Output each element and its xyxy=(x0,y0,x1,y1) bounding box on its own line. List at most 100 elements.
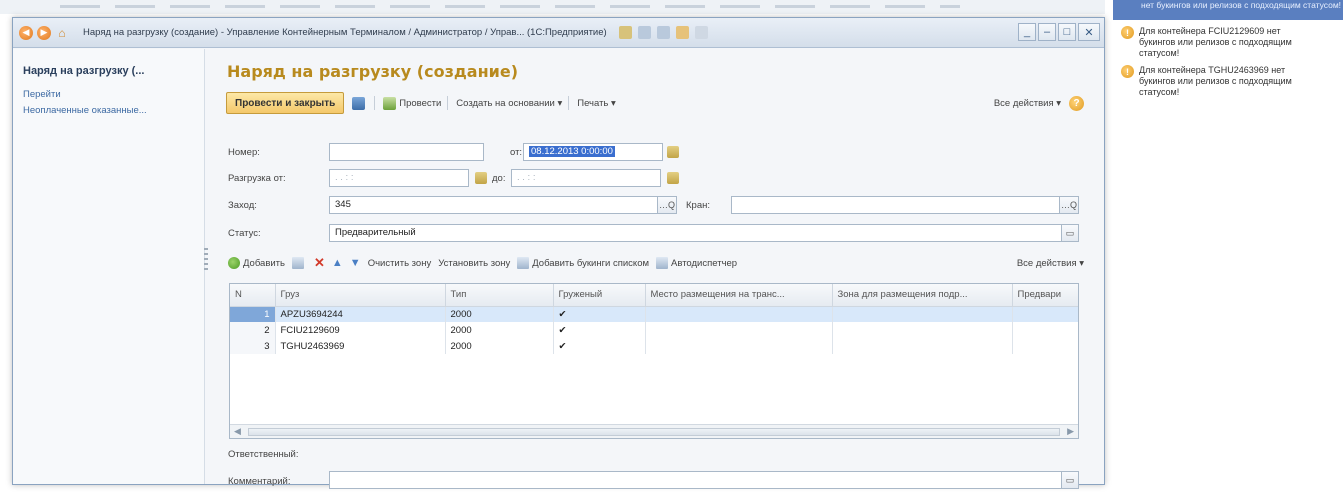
all-actions-button[interactable]: Все действия ▾ xyxy=(994,98,1061,109)
type-cell[interactable]: 2000 xyxy=(445,338,554,354)
add-row-button[interactable]: Добавить xyxy=(228,257,285,269)
calendar-icon[interactable] xyxy=(667,172,679,184)
cargo-table[interactable]: N Груз Тип Груженый Место размещения на … xyxy=(229,283,1079,439)
calc-icon[interactable] xyxy=(656,26,670,39)
cargo-cell[interactable]: APZU3694244 xyxy=(275,306,446,322)
create-based-button[interactable]: Создать на основании ▾ xyxy=(456,98,562,109)
cargo-cell[interactable]: FCIU2129609 xyxy=(275,322,446,338)
nav-title[interactable]: Наряд на разгрузку (... xyxy=(23,65,194,77)
close-icon[interactable]: ✕ xyxy=(1078,23,1100,41)
place-cell[interactable] xyxy=(645,322,833,338)
nav-link-unpaid-services[interactable]: Неоплаченные оказанные... xyxy=(23,105,194,116)
post-label: Провести xyxy=(399,97,442,109)
minimize-icon[interactable]: _ xyxy=(1018,23,1036,41)
toolbar-separator xyxy=(447,96,449,110)
unload-from-label: Разгрузка от: xyxy=(228,173,286,184)
table-all-actions-button[interactable]: Все действия ▾ xyxy=(1017,258,1084,269)
scroll-thumb[interactable] xyxy=(248,428,1060,436)
call-select-button[interactable]: …Q xyxy=(657,196,677,214)
clear-zone-button[interactable]: Очистить зону xyxy=(368,258,432,269)
call-field[interactable]: 345 xyxy=(329,196,659,214)
warning-icon: ! xyxy=(1121,26,1134,39)
save-icon[interactable] xyxy=(352,96,366,110)
scroll-right-icon[interactable]: ▶ xyxy=(1067,426,1074,437)
pre-cell[interactable] xyxy=(1012,338,1078,354)
window-title: Наряд на разгрузку (создание) - Управлен… xyxy=(83,27,607,38)
col-header-place[interactable]: Место размещения на транс... xyxy=(645,284,833,307)
notification-text: Для контейнера FCIU2129609 нет букингов … xyxy=(1139,26,1292,58)
col-header-n[interactable]: N xyxy=(230,284,276,307)
favorite-icon[interactable] xyxy=(618,26,632,39)
crane-field[interactable] xyxy=(731,196,1061,214)
bookings-icon xyxy=(517,257,530,269)
table-row[interactable]: 3 TGHU2463969 2000 ✔ xyxy=(230,338,1078,354)
restore-icon[interactable]: – xyxy=(1038,23,1056,41)
maximize-icon[interactable]: □ xyxy=(1058,23,1076,41)
memory-icon[interactable] xyxy=(694,26,708,39)
scroll-left-icon[interactable]: ◀ xyxy=(234,426,241,437)
zone-cell[interactable] xyxy=(832,338,1013,354)
unload-to-field[interactable]: . . : : xyxy=(511,169,661,187)
type-cell[interactable]: 2000 xyxy=(445,322,554,338)
help-icon[interactable]: ? xyxy=(1069,95,1084,111)
delete-icon[interactable]: ✕ xyxy=(314,255,325,271)
post-button[interactable]: Провести xyxy=(383,96,442,110)
date-field[interactable]: 08.12.2013 0:00:00 xyxy=(523,143,663,161)
table-row[interactable]: 2 FCIU2129609 2000 ✔ xyxy=(230,322,1078,338)
col-header-pre[interactable]: Предвари xyxy=(1012,284,1078,307)
table-toolbar: Добавить ✕ ▲ ▼ Очистить зону Установить … xyxy=(228,254,1092,272)
title-bar: ◀ ▶ ⌂ Наряд на разгрузку (создание) - Уп… xyxy=(13,18,1104,48)
type-cell[interactable]: 2000 xyxy=(445,306,554,322)
back-icon[interactable]: ◀ xyxy=(19,25,33,40)
notification-item[interactable]: ! Для контейнера FCIU2129609 нет букинго… xyxy=(1121,26,1343,59)
home-icon[interactable]: ⌂ xyxy=(55,26,69,40)
add-bookings-button[interactable]: Добавить букинги списком xyxy=(517,257,649,269)
cargo-cell[interactable]: TGHU2463969 xyxy=(275,338,446,354)
table-row[interactable]: 1 APZU3694244 2000 ✔ xyxy=(230,306,1078,322)
loaded-checkbox[interactable]: ✔ xyxy=(553,306,646,322)
form-toolbar: Провести и закрыть Провести Создать на о… xyxy=(226,92,1092,114)
loaded-checkbox[interactable]: ✔ xyxy=(553,338,646,354)
notification-item[interactable]: ! Для контейнера TGHU2463969 нет букинго… xyxy=(1121,65,1343,98)
crane-select-button[interactable]: …Q xyxy=(1059,196,1079,214)
move-up-icon[interactable]: ▲ xyxy=(332,257,343,269)
col-header-zone[interactable]: Зона для размещения подр... xyxy=(832,284,1013,307)
panel-splitter[interactable] xyxy=(204,248,208,272)
nav-link-goto[interactable]: Перейти xyxy=(23,89,194,100)
status-field[interactable]: Предварительный xyxy=(329,224,1063,242)
post-icon xyxy=(383,96,397,110)
post-and-close-button[interactable]: Провести и закрыть xyxy=(226,92,345,114)
calendar-icon[interactable] xyxy=(675,26,689,39)
page-title: Наряд на разгрузку (создание) xyxy=(227,62,519,81)
notifications-panel: нет букингов или релизов с подходящим ст… xyxy=(1113,0,1343,496)
col-header-loaded[interactable]: Груженый xyxy=(553,284,646,307)
pre-cell[interactable] xyxy=(1012,306,1078,322)
link-icon[interactable] xyxy=(637,26,651,39)
auto-dispatcher-button[interactable]: Автодиспетчер xyxy=(656,257,737,269)
pre-cell[interactable] xyxy=(1012,322,1078,338)
print-button[interactable]: Печать ▾ xyxy=(577,98,616,109)
call-label: Заход: xyxy=(228,200,257,211)
zone-cell[interactable] xyxy=(832,322,1013,338)
copy-icon xyxy=(292,257,304,269)
loaded-checkbox[interactable]: ✔ xyxy=(553,322,646,338)
comment-field[interactable] xyxy=(329,471,1063,489)
unload-from-field[interactable]: . . : : xyxy=(329,169,469,187)
place-cell[interactable] xyxy=(645,338,833,354)
zone-cell[interactable] xyxy=(832,306,1013,322)
forward-icon[interactable]: ▶ xyxy=(37,25,51,40)
copy-row-button[interactable] xyxy=(292,257,307,269)
comment-edit-button[interactable]: ▭ xyxy=(1061,471,1079,489)
col-header-cargo[interactable]: Груз xyxy=(275,284,446,307)
status-dropdown-button[interactable]: ▭ xyxy=(1061,224,1079,242)
place-cell[interactable] xyxy=(645,306,833,322)
move-down-icon[interactable]: ▼ xyxy=(350,257,361,269)
horizontal-scrollbar[interactable]: ◀ ▶ xyxy=(230,424,1078,438)
calendar-icon[interactable] xyxy=(475,172,487,184)
set-zone-button[interactable]: Установить зону xyxy=(438,258,510,269)
table-header: N Груз Тип Груженый Место размещения на … xyxy=(230,284,1078,307)
unload-to-label: до: xyxy=(492,173,506,184)
col-header-type[interactable]: Тип xyxy=(445,284,554,307)
number-field[interactable] xyxy=(329,143,484,161)
calendar-icon[interactable] xyxy=(667,146,679,158)
